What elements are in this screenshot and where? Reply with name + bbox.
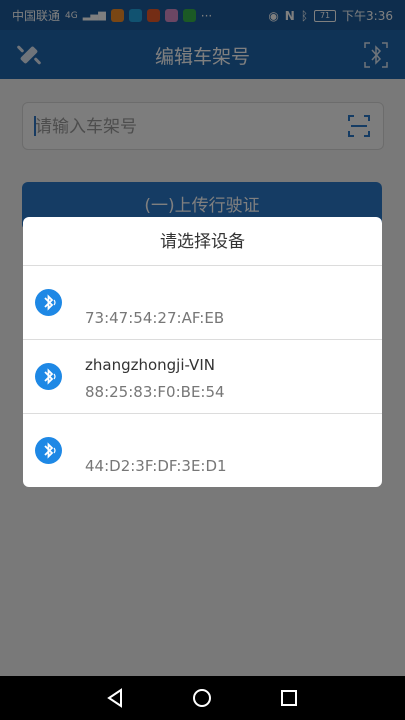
back-triangle-icon[interactable] [104, 687, 126, 709]
device-mac: 44:D2:3F:DF:3E:D1 [85, 457, 227, 475]
device-mac: 88:25:83:F0:BE:54 [85, 383, 225, 401]
bluetooth-icon [35, 363, 62, 390]
device-mac: 73:47:54:27:AF:EB [85, 309, 225, 327]
system-nav-bar [0, 676, 405, 720]
home-circle-icon[interactable] [191, 687, 213, 709]
device-list-item[interactable]: 44:D2:3F:DF:3E:D1 [23, 414, 382, 487]
dialog-title: 请选择设备 [23, 217, 382, 266]
device-select-dialog: 请选择设备 73:47:54:27:AF:EB zhangzhongji-VIN… [23, 217, 382, 487]
bluetooth-icon [35, 289, 62, 316]
device-list-item[interactable]: 73:47:54:27:AF:EB [23, 266, 382, 340]
recents-square-icon[interactable] [278, 687, 300, 709]
device-list-item[interactable]: zhangzhongji-VIN 88:25:83:F0:BE:54 [23, 340, 382, 414]
device-name: zhangzhongji-VIN [85, 356, 215, 374]
bluetooth-icon [35, 437, 62, 464]
